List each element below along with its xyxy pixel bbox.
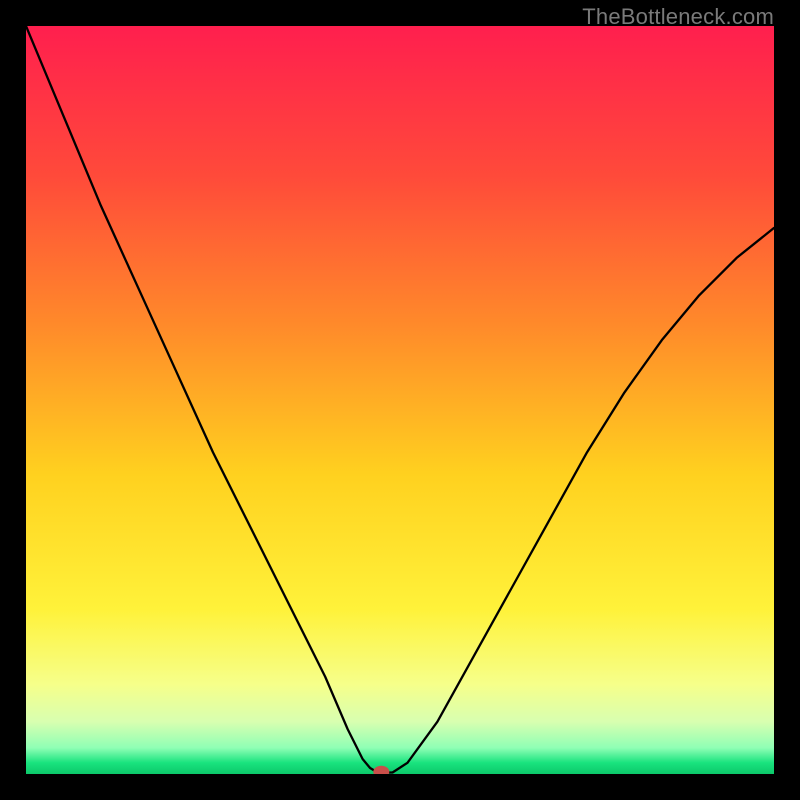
chart-background: [26, 26, 774, 774]
bottleneck-chart: [26, 26, 774, 774]
chart-frame: [26, 26, 774, 774]
watermark-label: TheBottleneck.com: [582, 4, 774, 30]
